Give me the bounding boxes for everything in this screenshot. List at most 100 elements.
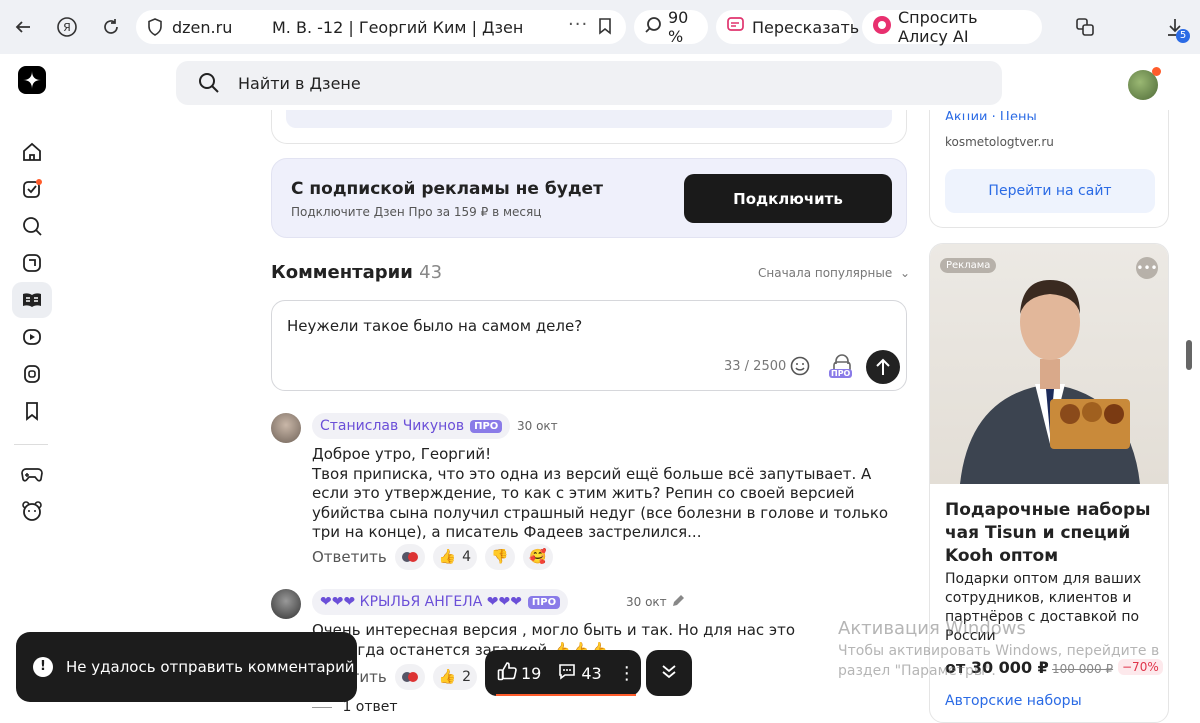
scroll-down-button[interactable]	[646, 650, 692, 696]
ad-image: Реклама •••	[930, 244, 1168, 484]
notification-dot	[1152, 67, 1161, 76]
more-vertical-icon[interactable]: ⋮	[618, 663, 636, 684]
add-reaction-button[interactable]: 🥰	[523, 544, 554, 570]
read-progress-line	[496, 694, 636, 696]
toast-message: Не удалось отправить комментарий	[66, 658, 355, 676]
retell-label: Пересказать	[752, 17, 860, 37]
zoom-button[interactable]: 90 %	[634, 8, 708, 46]
previous-card-inner	[286, 110, 892, 128]
like-button[interactable]: 👍 2	[432, 664, 478, 690]
yandex-icon[interactable]: Я	[52, 12, 82, 42]
article-like-button[interactable]: 19	[497, 661, 541, 685]
ad-photo-illustration	[960, 280, 1140, 484]
more-dots-icon[interactable]: ···	[568, 14, 588, 35]
translate-icon[interactable]	[1070, 12, 1100, 42]
windows-activation-watermark: Активация Windows Чтобы активировать Win…	[838, 618, 1168, 681]
promo-heading: С подпиской рекламы не будет	[291, 179, 603, 199]
search-placeholder: Найти в Дзене	[238, 74, 361, 93]
comment-input-text[interactable]: Неужели такое было на самом деле?	[287, 317, 582, 335]
kids-bear-icon[interactable]	[12, 493, 52, 529]
zoom-level: 90 %	[668, 8, 689, 46]
url-domain: dzen.ru	[172, 18, 233, 37]
home-icon[interactable]	[12, 134, 52, 170]
reaction-avatars[interactable]	[394, 664, 425, 690]
author-name: Станислав Чикунов	[320, 418, 465, 434]
downloads-badge: 5	[1176, 29, 1190, 43]
sort-dropdown[interactable]: Сначала популярные ⌄	[758, 266, 910, 280]
bookmarks-icon[interactable]	[12, 393, 52, 429]
ad-card-top: Акции · Цены kosmetologtver.ru Перейти н…	[929, 110, 1169, 228]
go-to-site-button[interactable]: Перейти на сайт	[945, 169, 1155, 213]
alert-icon: !	[33, 657, 53, 677]
back-arrow-icon[interactable]	[8, 12, 38, 42]
shield-icon	[146, 17, 164, 41]
more-options-icon[interactable]: •••	[1136, 257, 1158, 279]
zoom-search-icon	[644, 16, 662, 38]
ad-cut-text: Акции · Цены	[945, 110, 1037, 120]
page-tab-title: М. В. -12 | Георгий Ким | Дзен	[272, 18, 524, 37]
comment-actions: Ответить 👍 4 👎 🥰	[312, 544, 554, 570]
double-chevron-down-icon	[660, 662, 678, 684]
sort-label: Сначала популярные	[758, 266, 893, 280]
dzen-logo-icon[interactable]	[18, 66, 46, 94]
comment-author[interactable]: Станислав Чикунов ПРО	[312, 413, 511, 439]
reaction-emoji-icon: 🥰	[529, 549, 547, 565]
left-navigation	[0, 116, 64, 716]
reload-icon[interactable]	[96, 12, 126, 42]
pro-label: ПРО	[829, 369, 853, 378]
subscriptions-icon[interactable]	[12, 171, 52, 207]
comment-avatar[interactable]	[271, 413, 301, 443]
comments-heading: Комментарии 43	[271, 262, 442, 283]
previous-card-bottom	[271, 110, 907, 144]
watermark-title: Активация Windows	[838, 618, 1026, 639]
live-icon[interactable]	[12, 356, 52, 392]
replies-label: 1 ответ	[342, 699, 398, 715]
subscription-promo: С подпиской рекламы не будет Подключите …	[271, 158, 907, 238]
bookmark-icon[interactable]	[598, 17, 612, 39]
pro-sticker-icon[interactable]: ПРО	[829, 353, 854, 383]
thumbs-down-icon: 👎	[491, 549, 509, 565]
address-bar[interactable]: dzen.ru М. В. -12 | Георгий Ким | Дзен ·…	[136, 10, 626, 44]
ask-alice-button[interactable]: Спросить Алису AI	[862, 8, 1042, 46]
dislike-button[interactable]: 👎	[485, 544, 516, 570]
ad-title[interactable]: Подарочные наборы чая Tisun и специй Koo…	[945, 499, 1155, 568]
like-count: 4	[462, 549, 472, 565]
comments-title: Комментарии	[271, 262, 413, 283]
nav-divider	[14, 444, 48, 445]
svg-text:Я: Я	[63, 21, 71, 34]
subscribe-button[interactable]: Подключить	[684, 174, 892, 223]
floating-action-bar: 19 43 ⋮	[485, 650, 641, 696]
reaction-avatars[interactable]	[394, 544, 425, 570]
search-input[interactable]: Найти в Дзене	[176, 61, 1002, 105]
search-nav-icon[interactable]	[12, 208, 52, 244]
articles-icon[interactable]	[12, 282, 52, 318]
ad-link[interactable]: Авторские наборы	[945, 693, 1082, 709]
dzen-header: Найти в Дзене	[0, 54, 1200, 116]
alice-label: Спросить Алису AI	[898, 8, 978, 46]
like-count: 2	[462, 669, 472, 685]
retell-button[interactable]: Пересказать	[716, 10, 859, 44]
user-avatar[interactable]	[1128, 67, 1161, 100]
comments-count: 43	[419, 262, 443, 283]
comment-compose[interactable]: Неужели такое было на самом деле? 33 / 2…	[271, 300, 907, 391]
retell-icon	[726, 16, 746, 38]
video-icon[interactable]	[12, 319, 52, 355]
comment-author[interactable]: ❤❤❤ КРЫЛЬЯ АНГЕЛА ❤❤❤ ПРО	[312, 589, 569, 615]
comment-item: Станислав Чикунов ПРО 30 окт Доброе утро…	[271, 413, 907, 573]
pro-badge: ПРО	[470, 419, 503, 433]
comment-text: Доброе утро, Георгий! Твоя приписка, что…	[312, 445, 889, 541]
error-toast: ! Не удалось отправить комментарий	[16, 632, 357, 702]
comment-avatar[interactable]	[271, 589, 301, 619]
comment-bubble-icon	[557, 661, 577, 685]
scrollbar-thumb[interactable]	[1186, 340, 1192, 370]
send-button[interactable]	[866, 350, 900, 384]
edited-pencil-icon	[671, 593, 685, 612]
shorts-icon[interactable]	[12, 245, 52, 281]
games-icon[interactable]	[12, 456, 52, 492]
emoji-icon[interactable]	[790, 356, 810, 380]
search-icon	[198, 72, 220, 98]
promo-subtext: Подключите Дзен Про за 159 ₽ в месяц	[291, 205, 542, 219]
article-comments-button[interactable]: 43	[557, 661, 602, 685]
reply-button[interactable]: Ответить	[312, 548, 387, 566]
like-button[interactable]: 👍 4	[432, 544, 478, 570]
